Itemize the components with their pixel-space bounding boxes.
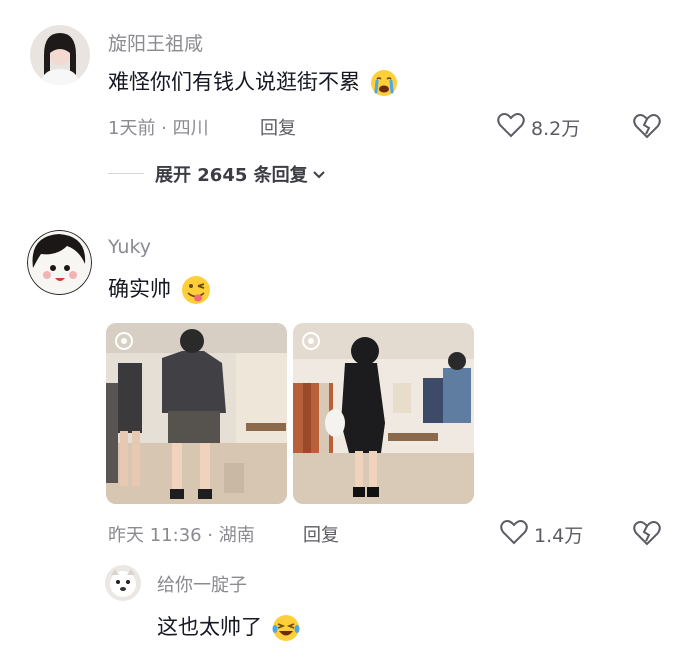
broken-heart-icon xyxy=(633,520,661,550)
store-photo-1[interactable] xyxy=(106,323,287,504)
chevron-down-icon xyxy=(312,165,326,184)
comment-text: 确实帅 xyxy=(108,273,212,310)
like-button[interactable]: 1.4万 xyxy=(500,519,583,549)
reply-button[interactable]: 回复 xyxy=(260,114,296,140)
reply-text: 这也太帅了 xyxy=(157,611,301,647)
expand-replies-button[interactable]: 展开 2645 条回复 xyxy=(155,161,326,187)
store-photo-2[interactable] xyxy=(293,323,474,504)
laughing-tears-face-icon xyxy=(271,613,301,647)
heart-icon xyxy=(497,112,525,142)
crying-face-icon xyxy=(369,68,399,102)
winking-tongue-face-icon xyxy=(180,274,212,310)
reply-button[interactable]: 回复 xyxy=(303,521,339,547)
comment-text: 难怪你们有钱人说逛街不累 xyxy=(108,66,399,102)
dislike-button[interactable] xyxy=(633,113,661,143)
like-count: 8.2万 xyxy=(531,117,581,140)
reply-username[interactable]: 给你一腚子 xyxy=(157,571,247,597)
comment-meta: 昨天 11:36 · 湖南 xyxy=(108,525,255,546)
divider xyxy=(108,173,144,174)
heart-icon xyxy=(500,519,528,549)
broken-heart-icon xyxy=(633,113,661,143)
comment-username[interactable]: Yuky xyxy=(108,236,151,258)
avatar[interactable] xyxy=(27,230,92,295)
avatar[interactable] xyxy=(105,565,141,601)
like-count: 1.4万 xyxy=(534,524,584,547)
comment-meta: 1天前 · 四川 xyxy=(108,118,209,139)
like-button[interactable]: 8.2万 xyxy=(497,112,580,142)
avatar[interactable] xyxy=(30,25,90,85)
comment-username[interactable]: 旋阳王祖咸 xyxy=(108,29,203,56)
dislike-button[interactable] xyxy=(633,520,661,550)
